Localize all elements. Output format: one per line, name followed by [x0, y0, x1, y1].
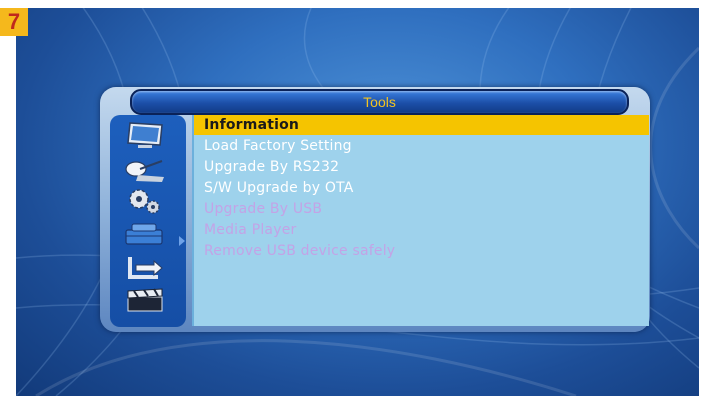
menu-item-information[interactable]: Information — [194, 115, 649, 135]
dialog-title-bar: Tools — [130, 89, 629, 115]
tv-screen: Tools Information Load Factory Setting U… — [16, 8, 699, 396]
clapperboard-icon[interactable] — [122, 287, 168, 315]
dialog-title: Tools — [363, 94, 396, 110]
satellite-dish-icon[interactable] — [122, 155, 168, 183]
stairs-arrow-icon[interactable] — [122, 253, 168, 281]
menu-item-media-player[interactable]: Media Player — [194, 220, 649, 240]
top-margin — [0, 0, 703, 8]
menu-item-sw-upgrade-by-ota[interactable]: S/W Upgrade by OTA — [194, 178, 649, 198]
left-margin — [0, 0, 16, 396]
menu-item-remove-usb-device[interactable]: Remove USB device safely — [194, 241, 649, 261]
step-number-badge: 7 — [0, 8, 28, 36]
menu-item-upgrade-by-usb[interactable]: Upgrade By USB — [194, 199, 649, 219]
category-icon-column — [110, 115, 186, 327]
tools-menu-list: Information Load Factory Setting Upgrade… — [192, 115, 649, 326]
menu-item-upgrade-by-rs232[interactable]: Upgrade By RS232 — [194, 157, 649, 177]
active-category-arrow-icon — [179, 236, 185, 246]
monitor-icon[interactable] — [122, 121, 168, 149]
tools-dialog: Tools Information Load Factory Setting U… — [100, 87, 650, 332]
gears-icon[interactable] — [122, 187, 168, 215]
menu-item-load-factory-setting[interactable]: Load Factory Setting — [194, 136, 649, 156]
right-margin — [699, 0, 703, 396]
toolbox-icon[interactable] — [122, 219, 168, 247]
